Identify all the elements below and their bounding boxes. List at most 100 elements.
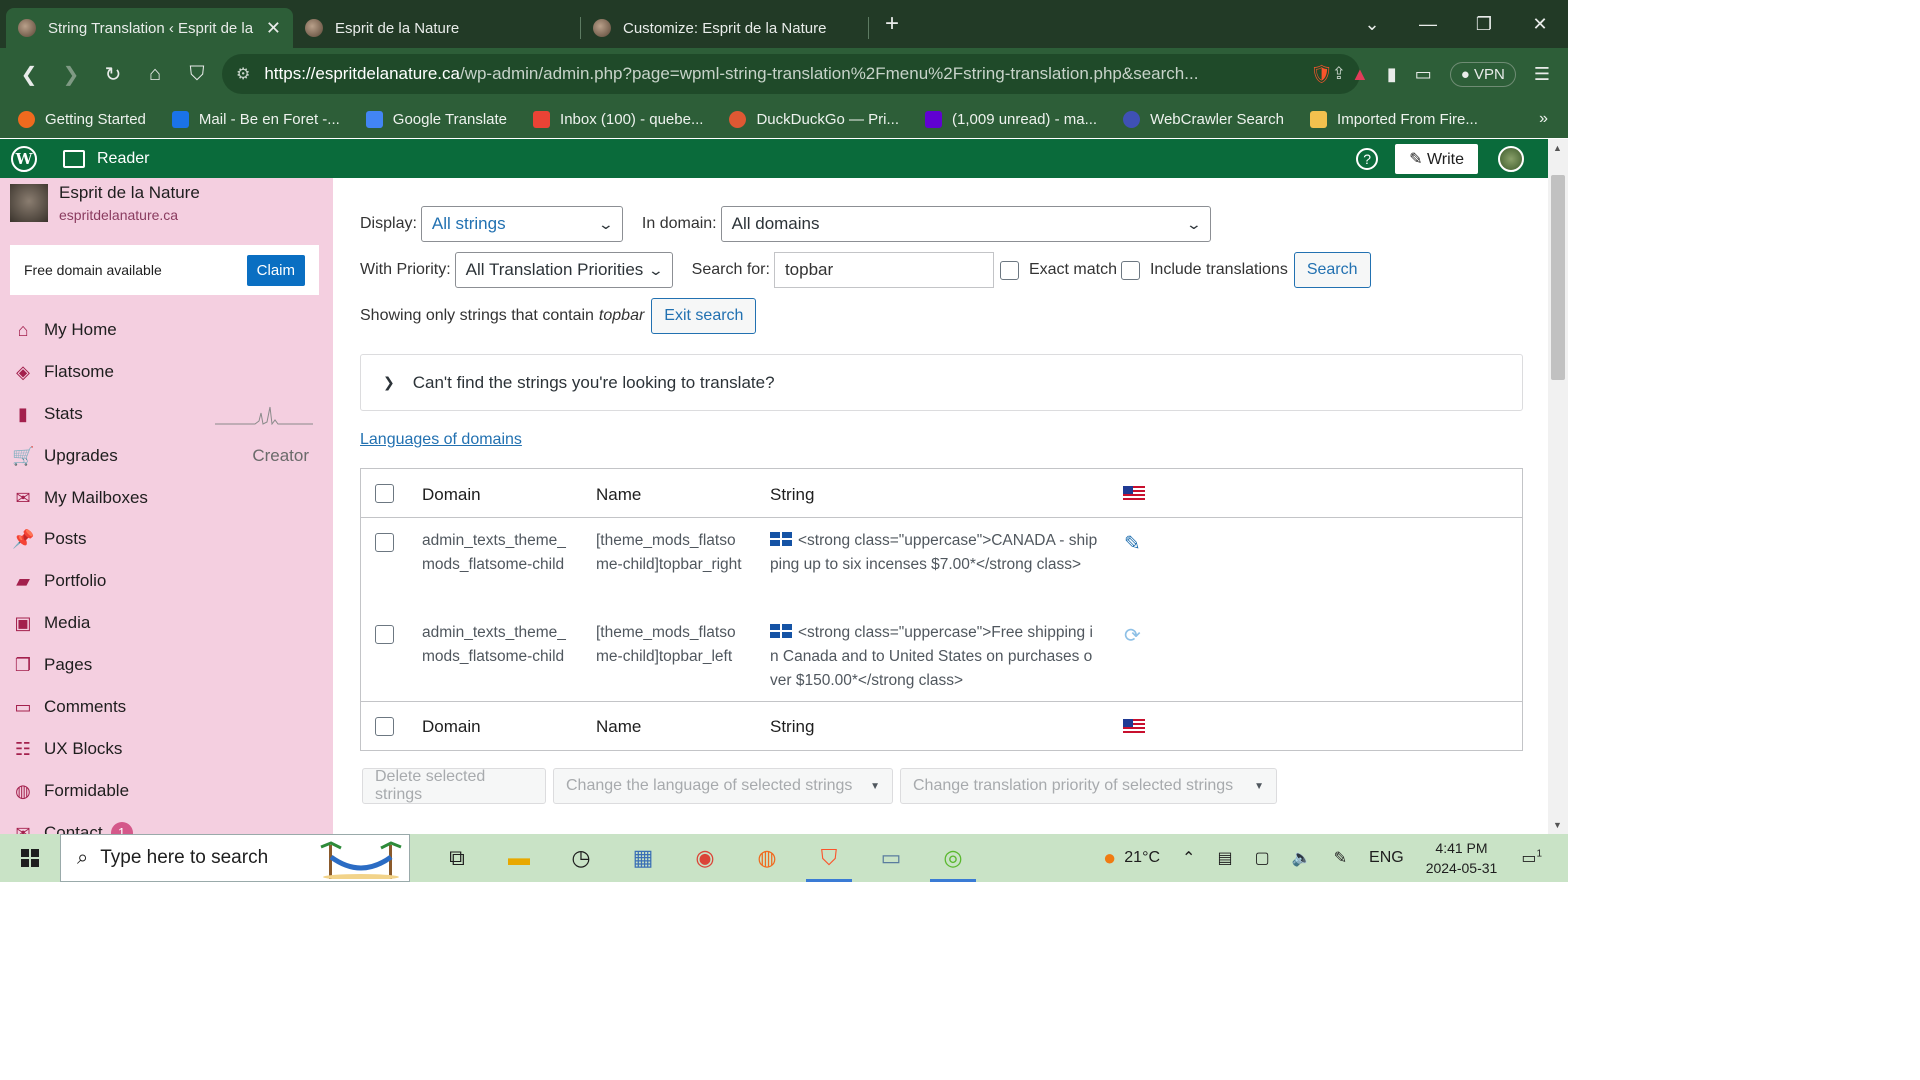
help-collapsible[interactable]: ❯ Can't find the strings you're looking … bbox=[360, 354, 1523, 411]
brave-rewards-icon[interactable]: ▲ bbox=[1351, 64, 1369, 85]
network-icon[interactable]: ▤ bbox=[1217, 848, 1232, 868]
site-switcher[interactable]: Esprit de la Nature espritdelanature.ca bbox=[0, 178, 333, 228]
priority-select[interactable]: All Translation Priorities ⌄ bbox=[454, 252, 673, 288]
edit-icon[interactable]: ✎ bbox=[1124, 531, 1141, 556]
close-window-icon[interactable]: ✕ bbox=[1512, 14, 1568, 35]
select-all-footer-checkbox[interactable] bbox=[375, 717, 394, 736]
avatar[interactable] bbox=[1498, 145, 1524, 172]
firefox-icon[interactable]: ◍ bbox=[736, 834, 798, 882]
vpn-button[interactable]: ● VPN bbox=[1449, 61, 1516, 87]
taskbar-search[interactable]: ⌕ Type here to search bbox=[60, 834, 410, 882]
languages-of-domains-link[interactable]: Languages of domains bbox=[360, 431, 522, 449]
sidebar-item-stats[interactable]: ▮ Stats bbox=[0, 393, 333, 435]
claim-button[interactable]: Claim bbox=[246, 254, 305, 286]
volume-icon[interactable]: 🔈 bbox=[1292, 848, 1312, 868]
reload-icon[interactable]: ↻ bbox=[92, 62, 134, 87]
column-footer-string[interactable]: String bbox=[770, 717, 814, 737]
forward-icon[interactable]: ❯ bbox=[50, 62, 92, 87]
sidebar-item-pages[interactable]: ❐ Pages bbox=[0, 644, 333, 686]
bookmark-item[interactable]: Imported From Fire... bbox=[1310, 110, 1478, 128]
search-input[interactable]: topbar bbox=[773, 252, 994, 288]
tab-esprit[interactable]: Esprit de la Nature bbox=[293, 8, 580, 48]
bookmark-item[interactable]: (1,009 unread) - ma... bbox=[925, 110, 1097, 128]
restore-icon[interactable]: ❐ bbox=[1456, 14, 1512, 35]
exit-search-button[interactable]: Exit search bbox=[651, 298, 757, 334]
sync-icon[interactable]: ⟳ bbox=[1124, 623, 1141, 648]
sidebar-item-my-home[interactable]: ⌂ My Home bbox=[0, 309, 333, 351]
weather-icon[interactable]: ● bbox=[1103, 845, 1116, 871]
page-scrollbar[interactable]: ▲ ▼ bbox=[1548, 139, 1568, 834]
tab-customize[interactable]: Customize: Esprit de la Nature bbox=[581, 8, 868, 48]
close-tab-icon[interactable]: ✕ bbox=[266, 18, 281, 39]
file-explorer-icon[interactable]: ▬ bbox=[488, 834, 550, 882]
monitor-app-icon[interactable]: ▭ bbox=[860, 834, 922, 882]
bookmark-item[interactable]: Inbox (100) - quebe... bbox=[533, 110, 703, 128]
tab-string-translation[interactable]: String Translation ‹ Esprit de la Nature… bbox=[6, 8, 293, 48]
exact-match-checkbox[interactable] bbox=[999, 260, 1019, 280]
sidebar-item-my-mailboxes[interactable]: ✉ My Mailboxes bbox=[0, 477, 333, 519]
address-bar[interactable]: ⚙ https://espritdelanature.ca /wp-admin/… bbox=[222, 54, 1360, 94]
language-indicator[interactable]: ENG bbox=[1369, 849, 1404, 867]
delete-selected-button[interactable]: Delete selected strings bbox=[362, 768, 546, 804]
change-language-select[interactable]: Change the language of selected strings ▼ bbox=[553, 768, 893, 804]
scrollbar-thumb[interactable] bbox=[1551, 175, 1565, 380]
brave-shields-icon[interactable]: 🛡 bbox=[1310, 64, 1333, 85]
task-view-icon[interactable]: ⧉ bbox=[426, 834, 488, 882]
display-select[interactable]: All strings ⌄ bbox=[420, 206, 623, 242]
column-header-string[interactable]: String bbox=[770, 485, 814, 505]
calculator-icon[interactable]: ▦ bbox=[612, 834, 674, 882]
column-header-name[interactable]: Name bbox=[596, 485, 641, 505]
include-translations-checkbox[interactable] bbox=[1120, 260, 1140, 280]
sidebar-item-portfolio[interactable]: ▰ Portfolio bbox=[0, 560, 333, 602]
wordpress-logo-icon[interactable]: W bbox=[11, 145, 37, 172]
site-settings-icon[interactable]: ⚙ bbox=[236, 64, 250, 84]
sidebar-item-upgrades[interactable]: 🛒 Upgrades Creator bbox=[0, 435, 333, 477]
weather-temp[interactable]: 21°C bbox=[1124, 849, 1160, 867]
notifications-icon[interactable]: ▭1 bbox=[1521, 848, 1542, 868]
sidebar-item-media[interactable]: ▣ Media bbox=[0, 602, 333, 644]
domain-select[interactable]: All domains ⌄ bbox=[720, 206, 1211, 242]
sidebar-item-comments[interactable]: ▭ Comments bbox=[0, 686, 333, 728]
bookmark-item[interactable]: Mail - Be en Foret -... bbox=[171, 110, 340, 128]
row-checkbox[interactable] bbox=[375, 625, 394, 644]
select-all-checkbox[interactable] bbox=[375, 484, 394, 503]
write-button[interactable]: ✎ Write bbox=[1395, 143, 1478, 174]
sidebar-item-ux-blocks[interactable]: ☷ UX Blocks bbox=[0, 728, 333, 770]
back-icon[interactable]: ❮ bbox=[8, 62, 50, 87]
start-button[interactable] bbox=[0, 849, 60, 867]
show-hidden-icons-icon[interactable]: ⌃ bbox=[1182, 848, 1195, 868]
pen-icon[interactable]: ✎ bbox=[1334, 848, 1347, 868]
home-icon[interactable]: ⌂ bbox=[134, 63, 176, 86]
row-checkbox[interactable] bbox=[375, 533, 394, 552]
bookmark-item[interactable]: Getting Started bbox=[18, 110, 146, 128]
change-priority-select[interactable]: Change translation priority of selected … bbox=[900, 768, 1277, 804]
column-header-domain[interactable]: Domain bbox=[422, 485, 481, 505]
column-footer-name[interactable]: Name bbox=[596, 717, 641, 737]
menu-icon[interactable]: ☰ bbox=[1534, 64, 1550, 85]
clock-app-icon[interactable]: ◷ bbox=[550, 834, 612, 882]
search-button[interactable]: Search bbox=[1293, 252, 1371, 288]
new-tab-icon[interactable]: + bbox=[885, 10, 899, 38]
scroll-up-icon[interactable]: ▲ bbox=[1553, 143, 1562, 153]
scroll-down-icon[interactable]: ▼ bbox=[1553, 820, 1562, 830]
wallet-icon[interactable]: ▭ bbox=[1415, 64, 1432, 85]
sidebar-item-formidable[interactable]: ◍ Formidable bbox=[0, 770, 333, 812]
sidebar-item-contact[interactable]: ✉ Contact 1 bbox=[0, 812, 333, 834]
sidebar-item-flatsome[interactable]: ◈ Flatsome bbox=[0, 351, 333, 393]
chrome-icon[interactable]: ◉ bbox=[674, 834, 736, 882]
bookmark-item[interactable]: Google Translate bbox=[365, 110, 507, 128]
sidebar-toggle-icon[interactable]: ▮ bbox=[1387, 64, 1397, 85]
bookmark-item[interactable]: DuckDuckGo — Pri... bbox=[729, 110, 899, 128]
brave-icon[interactable]: ⛉ bbox=[798, 834, 860, 882]
device-icon[interactable]: ▢ bbox=[1255, 848, 1270, 868]
more-bookmarks-icon[interactable]: » bbox=[1539, 110, 1548, 128]
android-app-icon[interactable]: ◎ bbox=[922, 834, 984, 882]
help-icon[interactable]: ? bbox=[1356, 147, 1379, 170]
minimize-icon[interactable]: — bbox=[1400, 14, 1456, 35]
reader-link[interactable]: Reader bbox=[63, 149, 149, 168]
tab-search-chevron-icon[interactable]: ⌄ bbox=[1344, 14, 1400, 35]
clock[interactable]: 4:41 PM 2024-05-31 bbox=[1426, 838, 1498, 878]
bookmark-item[interactable]: WebCrawler Search bbox=[1123, 110, 1284, 128]
bookmark-icon[interactable]: ⛉ bbox=[176, 63, 218, 86]
sidebar-item-posts[interactable]: 📌 Posts bbox=[0, 518, 333, 560]
